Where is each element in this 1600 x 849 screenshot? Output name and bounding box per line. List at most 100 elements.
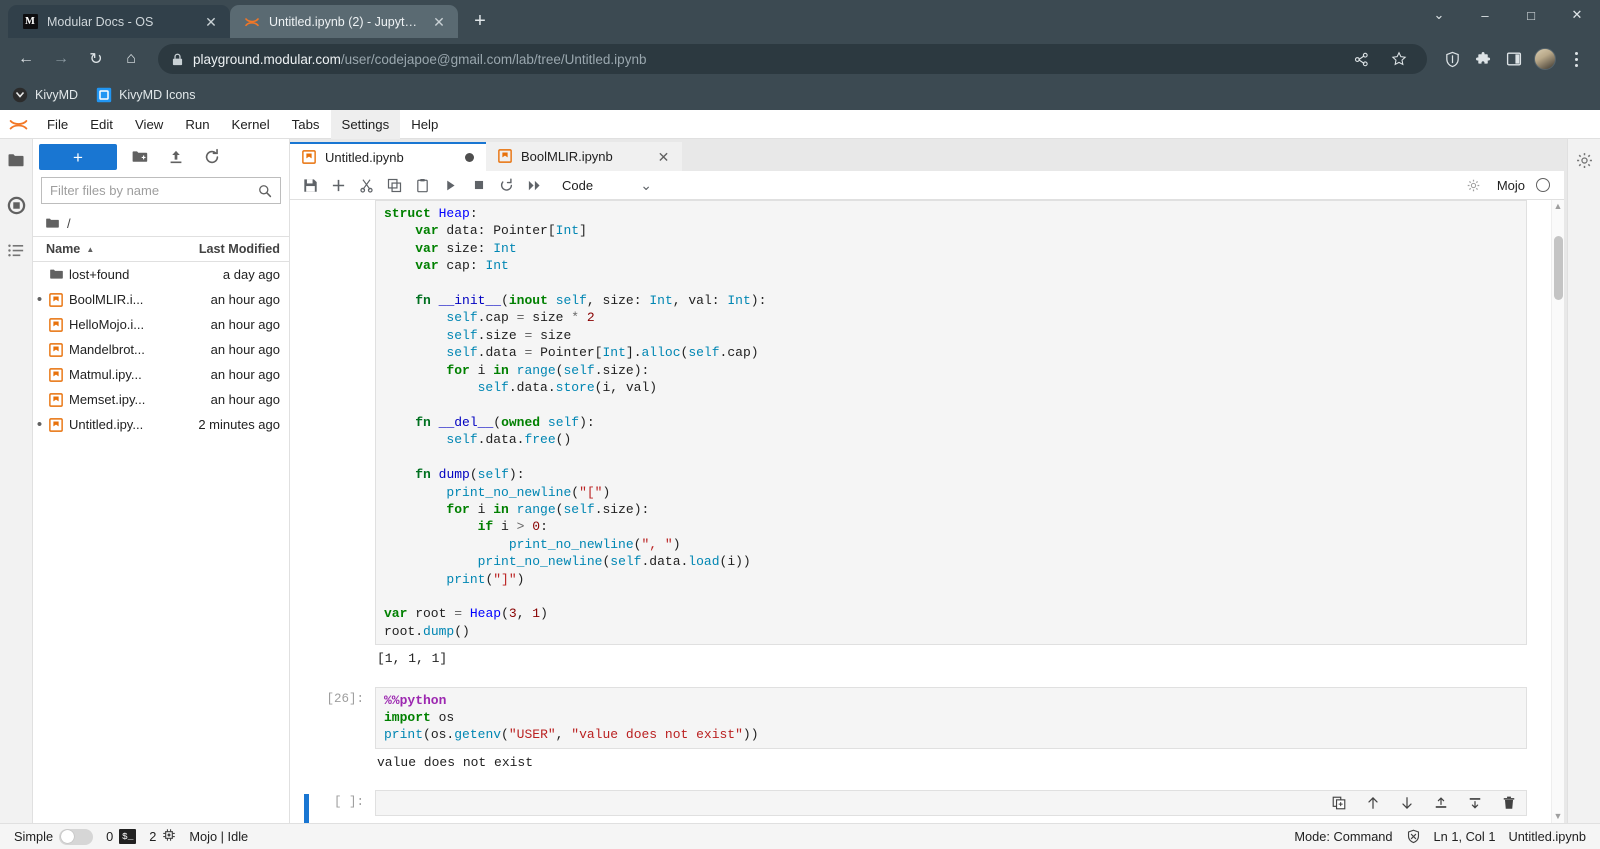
list-item[interactable]: • Untitled.ipy... 2 minutes ago (33, 412, 289, 437)
forward-icon[interactable]: → (45, 43, 77, 75)
cell-source-editor[interactable] (375, 790, 1527, 817)
bookmark-kivymd[interactable]: KivyMD (12, 87, 78, 103)
code-cell-active[interactable]: [ ]: (290, 790, 1551, 823)
right-activity-bar (1567, 139, 1600, 823)
maximize-button[interactable]: □ (1508, 0, 1554, 30)
insert-cell-above-icon[interactable] (1430, 792, 1452, 814)
menu-file[interactable]: File (36, 110, 79, 139)
file-modified: an hour ago (210, 367, 280, 382)
terminals-status[interactable]: 0 $_ (106, 829, 137, 844)
file-browser-panel: + Filter files by name / Name ▲ Last Mod… (33, 139, 290, 823)
close-icon[interactable]: ✕ (202, 13, 220, 31)
kernel-idle-circle[interactable] (1536, 178, 1550, 192)
chrome-menu-icon[interactable] (1562, 45, 1590, 73)
tab-untitled-ipynb[interactable]: Untitled.ipynb (290, 142, 486, 171)
gear-icon[interactable] (1461, 173, 1486, 198)
code-cell[interactable]: struct Heap: var data: Pointer[Int] var … (290, 200, 1551, 646)
search-input[interactable] (50, 183, 258, 198)
toggle-switch[interactable] (59, 828, 94, 845)
extensions-puzzle-icon[interactable] (1469, 45, 1497, 73)
kernels-status[interactable]: 2 (149, 828, 176, 845)
restart-kernel-icon[interactable] (494, 173, 519, 198)
move-cell-down-icon[interactable] (1396, 792, 1418, 814)
column-header-name[interactable]: Name ▲ (33, 242, 183, 256)
cell-type-select[interactable]: Code ⌄ (560, 174, 656, 197)
move-cell-up-icon[interactable] (1362, 792, 1384, 814)
close-icon[interactable]: ✕ (657, 150, 670, 164)
new-folder-icon[interactable] (127, 144, 153, 170)
duplicate-cell-icon[interactable] (1328, 792, 1350, 814)
simple-mode-toggle[interactable]: Simple (14, 828, 94, 845)
list-item[interactable]: Matmul.ipy... an hour ago (33, 362, 289, 387)
file-name: Mandelbrot... (69, 342, 145, 357)
menu-kernel[interactable]: Kernel (221, 110, 281, 139)
table-of-contents-icon[interactable] (3, 237, 29, 263)
reload-icon[interactable]: ↻ (80, 43, 112, 75)
terminal-icon: $_ (119, 829, 137, 844)
menu-help[interactable]: Help (400, 110, 449, 139)
kernel-name[interactable]: Mojo (1497, 178, 1525, 193)
restart-run-all-icon[interactable] (522, 173, 547, 198)
menu-view[interactable]: View (124, 110, 174, 139)
list-item[interactable]: HelloMojo.i... an hour ago (33, 312, 289, 337)
property-inspector-icon[interactable] (1571, 147, 1597, 173)
unsaved-changes-icon[interactable] (465, 153, 474, 162)
file-browser-icon[interactable] (3, 147, 29, 173)
stop-icon[interactable] (466, 173, 491, 198)
run-icon[interactable] (438, 173, 463, 198)
bookmark-kivymd-icons[interactable]: KivyMD Icons (96, 87, 195, 103)
browser-tab-jupyterlab[interactable]: Untitled.ipynb (2) - JupyterLab ✕ (230, 5, 458, 38)
back-icon[interactable]: ← (10, 43, 42, 75)
breadcrumb[interactable]: / (33, 210, 289, 236)
upload-icon[interactable] (163, 144, 189, 170)
side-panel-icon[interactable] (1500, 45, 1528, 73)
code-cell[interactable]: [26]: %%python import os print(os.getenv… (290, 686, 1551, 749)
list-item[interactable]: Memset.ipy... an hour ago (33, 387, 289, 412)
address-bar[interactable]: playground.modular.com/user/codejapoe@gm… (158, 44, 1427, 74)
menu-settings[interactable]: Settings (330, 109, 401, 139)
copy-icon[interactable] (382, 173, 407, 198)
file-browser-toolbar: + (33, 139, 289, 175)
minimize-button[interactable]: – (1462, 0, 1508, 30)
bookmark-label: KivyMD (35, 88, 79, 102)
cell-source-editor[interactable]: struct Heap: var data: Pointer[Int] var … (375, 200, 1527, 646)
tab-boolmlir-ipynb[interactable]: BoolMLIR.ipynb ✕ (486, 142, 682, 171)
insert-cell-below-icon[interactable] (1464, 792, 1486, 814)
running-terminals-icon[interactable] (3, 192, 29, 218)
new-launcher-button[interactable]: + (39, 144, 117, 170)
browser-tab-modular-docs[interactable]: M Modular Docs - OS ✕ (8, 5, 230, 38)
profile-avatar[interactable] (1531, 45, 1559, 73)
chevron-down-icon[interactable]: ⌄ (1416, 0, 1462, 30)
menu-edit[interactable]: Edit (79, 110, 124, 139)
insert-cell-icon[interactable] (326, 173, 351, 198)
menu-tabs[interactable]: Tabs (281, 110, 331, 139)
scroll-up-arrow-icon[interactable]: ▲ (1554, 202, 1563, 211)
list-item[interactable]: • BoolMLIR.i... an hour ago (33, 287, 289, 312)
cell-source-editor[interactable]: %%python import os print(os.getenv("USER… (375, 686, 1527, 749)
close-icon[interactable]: ✕ (430, 13, 448, 31)
bookmark-star-icon[interactable] (1385, 45, 1413, 73)
column-header-last-modified[interactable]: Last Modified (183, 242, 289, 256)
running-indicator: • (36, 416, 43, 433)
share-icon[interactable] (1347, 45, 1375, 73)
file-filter-box[interactable] (41, 177, 281, 204)
scrollbar-thumb[interactable] (1554, 236, 1563, 300)
no-warning-shield-icon[interactable] (1406, 829, 1421, 844)
notebook-scrollbar[interactable]: ▲ ▼ (1551, 200, 1564, 823)
delete-cell-icon[interactable] (1498, 792, 1520, 814)
home-icon[interactable]: ⌂ (115, 43, 147, 75)
refresh-icon[interactable] (199, 144, 225, 170)
menu-run[interactable]: Run (174, 110, 220, 139)
close-window-button[interactable]: ✕ (1554, 0, 1600, 30)
cut-icon[interactable] (354, 173, 379, 198)
kernel-status-text[interactable]: Mojo | Idle (189, 829, 248, 844)
notebook-scroll-area: struct Heap: var data: Pointer[Int] var … (290, 200, 1564, 823)
scroll-down-arrow-icon[interactable]: ▼ (1554, 812, 1563, 821)
new-tab-button[interactable]: + (466, 7, 494, 35)
list-item[interactable]: lost+found a day ago (33, 262, 289, 287)
list-item[interactable]: Mandelbrot... an hour ago (33, 337, 289, 362)
terminals-count: 0 (106, 829, 114, 844)
save-icon[interactable] (298, 173, 323, 198)
shield-icon[interactable] (1438, 45, 1466, 73)
paste-icon[interactable] (410, 173, 435, 198)
